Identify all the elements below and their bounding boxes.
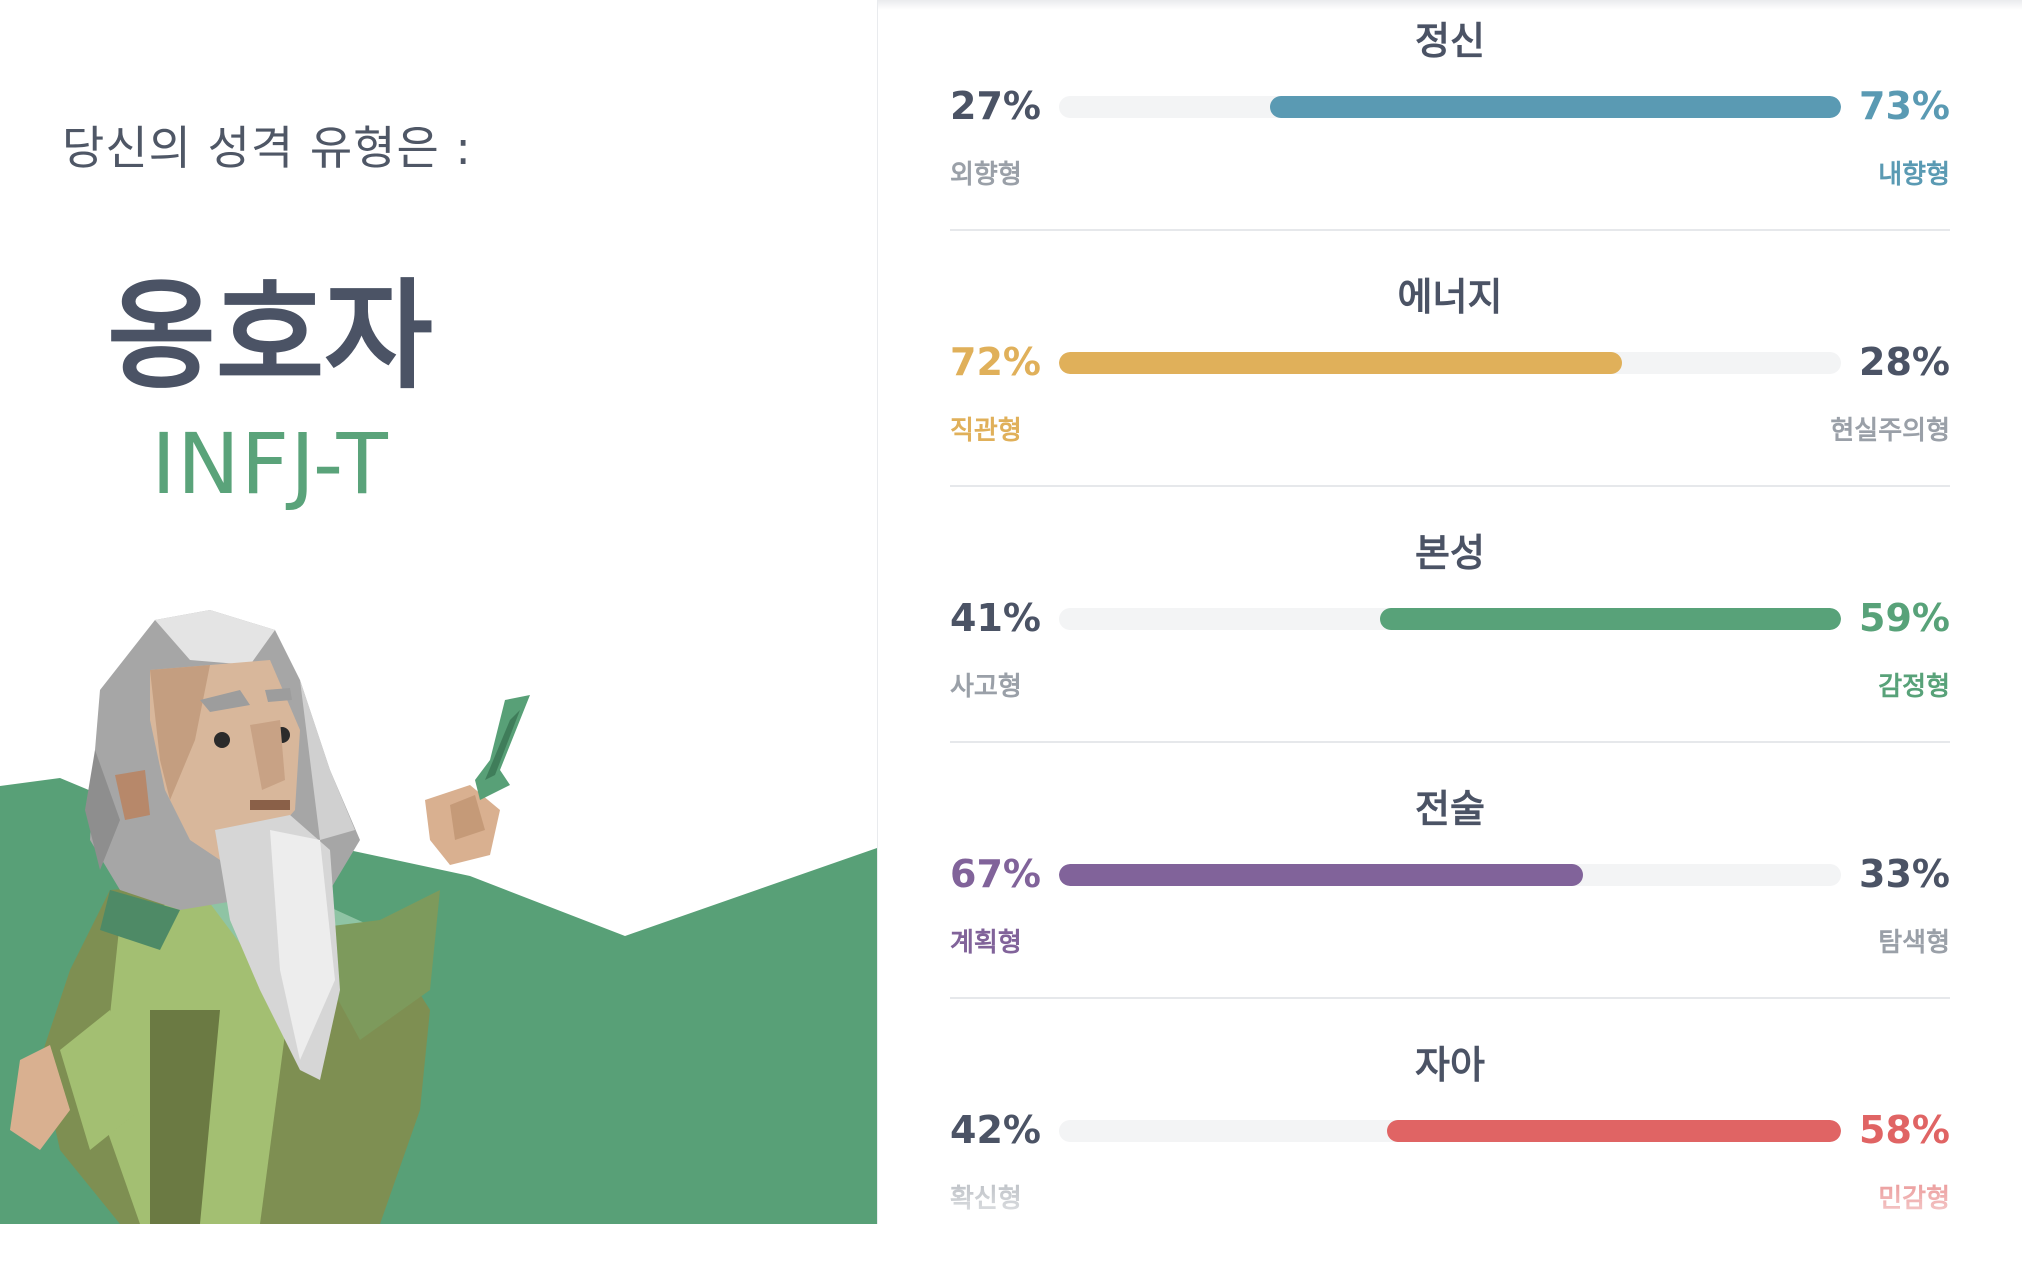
trait-bar-fill <box>1379 608 1841 630</box>
trait-breakdown-panel: 정신 27% 73% 외향형 내향형 에너지 72% 28% 직관형 현실주의형… <box>878 0 2022 1224</box>
personality-type-name: 옹호자 <box>107 267 433 405</box>
trait-row-mind: 정신 27% 73% 외향형 내향형 <box>950 0 1950 256</box>
trait-bar <box>1059 1120 1841 1142</box>
trait-bar <box>1059 864 1841 886</box>
trait-title: 본성 <box>1415 531 1485 575</box>
trait-title: 자아 <box>1415 1043 1485 1087</box>
right-trait-label: 민감형 <box>1878 1184 1950 1214</box>
section-divider <box>950 997 1950 999</box>
right-percentage: 59% <box>1859 596 1950 640</box>
left-trait-label: 계획형 <box>950 928 1022 958</box>
left-trait-label: 직관형 <box>950 416 1022 446</box>
left-trait-label: 외향형 <box>950 160 1022 190</box>
right-percentage: 33% <box>1859 852 1950 896</box>
trait-row-identity: 자아 42% 58% 확신형 민감형 <box>950 1024 1950 1280</box>
left-trait-label: 사고형 <box>950 672 1022 702</box>
section-divider <box>950 741 1950 743</box>
personality-type-code: INFJ-T <box>151 415 389 513</box>
trait-bar <box>1059 96 1841 118</box>
left-percentage: 41% <box>950 596 1041 640</box>
trait-row-tactics: 전술 67% 33% 계획형 탐색형 <box>950 768 1950 1024</box>
trait-bar-fill <box>1270 96 1841 118</box>
left-percentage: 72% <box>950 340 1041 384</box>
section-divider <box>950 485 1950 487</box>
trait-row-energy: 에너지 72% 28% 직관형 현실주의형 <box>950 256 1950 512</box>
intro-text: 당신의 성격 유형은 : <box>62 121 472 175</box>
advocate-character-illustration <box>0 610 877 1224</box>
trait-bar-fill <box>1059 864 1583 886</box>
result-summary-panel: 당신의 성격 유형은 : 옹호자 INFJ-T <box>0 0 877 1224</box>
right-percentage: 58% <box>1859 1108 1950 1152</box>
right-trait-label: 감정형 <box>1878 672 1950 702</box>
left-percentage: 42% <box>950 1108 1041 1152</box>
right-trait-label: 내향형 <box>1878 160 1950 190</box>
trait-title: 에너지 <box>1397 275 1503 319</box>
trait-bar-fill <box>1059 352 1623 374</box>
trait-bar <box>1059 608 1841 630</box>
right-trait-label: 현실주의형 <box>1830 416 1950 446</box>
left-percentage: 67% <box>950 852 1041 896</box>
mustache <box>250 800 290 810</box>
personality-result-page: 당신의 성격 유형은 : 옹호자 INFJ-T 정신 27% 73% 외향형 내… <box>0 0 2022 1224</box>
trait-row-nature: 본성 41% 59% 사고형 감정형 <box>950 512 1950 768</box>
right-trait-label: 탐색형 <box>1878 928 1950 958</box>
trait-bar <box>1059 352 1841 374</box>
trait-title: 전술 <box>1415 787 1485 831</box>
left-trait-label: 확신형 <box>950 1184 1022 1214</box>
right-percentage: 28% <box>1859 340 1950 384</box>
eye <box>214 732 230 748</box>
right-percentage: 73% <box>1859 84 1950 128</box>
section-divider <box>950 229 1950 231</box>
trait-bar-fill <box>1387 1120 1841 1142</box>
left-percentage: 27% <box>950 84 1041 128</box>
trait-title: 정신 <box>1415 19 1485 63</box>
